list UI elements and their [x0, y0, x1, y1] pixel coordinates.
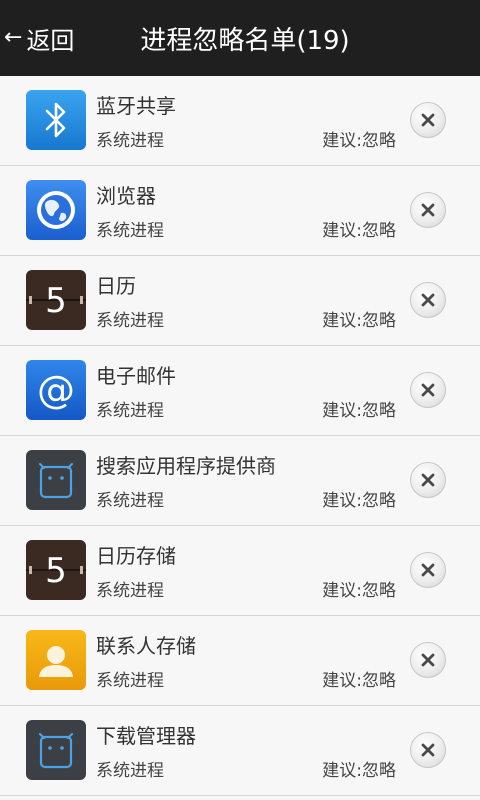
app-name: 日历存储	[96, 544, 176, 568]
list-item[interactable]: 联系人存储 系统进程 建议:忽略	[0, 616, 480, 706]
process-type: 系统进程	[96, 401, 164, 421]
process-type: 系统进程	[96, 581, 164, 601]
svg-text:5: 5	[45, 281, 67, 321]
remove-button[interactable]	[410, 732, 446, 768]
close-icon	[421, 203, 435, 217]
app-name: 电子邮件	[96, 364, 176, 388]
suggestion-label: 建议:忽略	[322, 311, 396, 331]
close-icon	[421, 473, 435, 487]
android-robot-icon	[26, 450, 86, 510]
remove-button[interactable]	[410, 372, 446, 408]
ignore-list: 蓝牙共享 系统进程 建议:忽略 浏览器 系统进程 建议:忽略 5 日历 系统进程…	[0, 76, 480, 796]
list-item[interactable]: 5 日历 系统进程 建议:忽略	[0, 256, 480, 346]
contacts-person-icon	[26, 630, 86, 690]
remove-button[interactable]	[410, 552, 446, 588]
suggestion-label: 建议:忽略	[322, 761, 396, 781]
android-robot-icon	[26, 720, 86, 780]
app-name: 搜索应用程序提供商	[96, 454, 276, 478]
svg-text:5: 5	[45, 551, 67, 591]
top-bar: ← 返回 进程忽略名单(19)	[0, 0, 480, 76]
calendar-icon: 5	[26, 270, 86, 330]
suggestion-label: 建议:忽略	[322, 491, 396, 511]
list-item[interactable]: 浏览器 系统进程 建议:忽略	[0, 166, 480, 256]
close-icon	[421, 113, 435, 127]
list-item[interactable]: 搜索应用程序提供商 系统进程 建议:忽略	[0, 436, 480, 526]
app-name: 日历	[96, 274, 136, 298]
process-type: 系统进程	[96, 131, 164, 151]
calendar-icon: 5	[26, 540, 86, 600]
suggestion-label: 建议:忽略	[322, 401, 396, 421]
close-icon	[421, 383, 435, 397]
close-icon	[421, 293, 435, 307]
app-name: 蓝牙共享	[96, 94, 176, 118]
suggestion-label: 建议:忽略	[322, 221, 396, 241]
browser-globe-icon	[26, 180, 86, 240]
list-item[interactable]: 下载管理器 系统进程 建议:忽略	[0, 706, 480, 796]
close-icon	[421, 653, 435, 667]
remove-button[interactable]	[410, 192, 446, 228]
close-icon	[421, 563, 435, 577]
app-name: 下载管理器	[96, 724, 196, 748]
svg-text:@: @	[37, 368, 75, 412]
process-type: 系统进程	[96, 761, 164, 781]
app-name: 浏览器	[96, 184, 156, 208]
app-name: 联系人存储	[96, 634, 196, 658]
remove-button[interactable]	[410, 102, 446, 138]
process-type: 系统进程	[96, 311, 164, 331]
suggestion-label: 建议:忽略	[322, 131, 396, 151]
remove-button[interactable]	[410, 282, 446, 318]
list-item[interactable]: 5 日历存储 系统进程 建议:忽略	[0, 526, 480, 616]
bluetooth-icon	[26, 90, 86, 150]
close-icon	[421, 743, 435, 757]
list-item[interactable]: 蓝牙共享 系统进程 建议:忽略	[0, 76, 480, 166]
email-at-icon: @	[26, 360, 86, 420]
process-type: 系统进程	[96, 491, 164, 511]
suggestion-label: 建议:忽略	[322, 581, 396, 601]
list-item[interactable]: @ 电子邮件 系统进程 建议:忽略	[0, 346, 480, 436]
page-title: 进程忽略名单(19)	[140, 25, 350, 56]
remove-button[interactable]	[410, 642, 446, 678]
suggestion-label: 建议:忽略	[322, 671, 396, 691]
remove-button[interactable]	[410, 462, 446, 498]
process-type: 系统进程	[96, 221, 164, 241]
process-type: 系统进程	[96, 671, 164, 691]
